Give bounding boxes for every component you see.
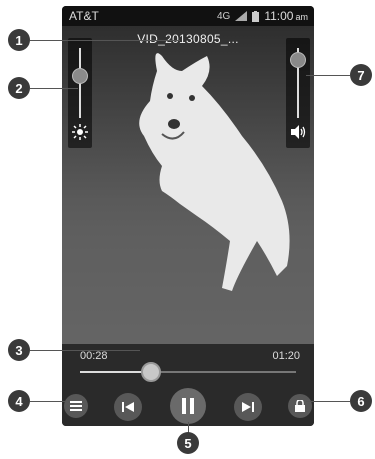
next-button[interactable] [234, 393, 262, 421]
video-image [62, 26, 314, 344]
menu-icon [70, 401, 82, 411]
volume-knob[interactable] [290, 52, 306, 68]
status-bar: AT&T 4G 11:00 am [62, 6, 314, 26]
pause-icon [182, 398, 194, 414]
callout-line-6 [306, 401, 350, 402]
brightness-slider[interactable] [68, 38, 92, 148]
callout-6: 6 [350, 390, 372, 412]
signal-icon [235, 11, 248, 21]
callout-5: 5 [177, 432, 199, 454]
network-type: 4G [217, 10, 231, 22]
volume-slider[interactable] [286, 38, 310, 148]
callout-2: 2 [8, 77, 30, 99]
brightness-knob[interactable] [72, 68, 88, 84]
battery-icon [252, 10, 260, 22]
previous-button[interactable] [114, 393, 142, 421]
callout-3: 3 [8, 339, 30, 361]
seek-knob[interactable] [141, 362, 162, 382]
menu-button[interactable] [64, 394, 88, 418]
playback-controls: 00:28 01:20 [62, 344, 314, 426]
next-icon [242, 402, 254, 412]
speaker-icon [291, 125, 306, 139]
callout-line-2 [30, 88, 78, 89]
seek-bar[interactable] [80, 362, 296, 382]
carrier-label: AT&T [69, 9, 99, 23]
elapsed-time: 00:28 [80, 350, 108, 362]
previous-icon [122, 402, 134, 412]
phone-screen: AT&T 4G 11:00 am VID_20130805_... 00:28 … [62, 6, 314, 426]
sun-icon [72, 124, 88, 140]
pause-button[interactable] [170, 388, 206, 424]
video-filename: VID_20130805_... [137, 32, 239, 46]
callout-line-7 [306, 75, 350, 76]
callout-line-1 [30, 40, 180, 41]
callout-line-3 [30, 350, 140, 351]
clock: 11:00 am [264, 9, 308, 23]
callout-7: 7 [350, 64, 372, 86]
lock-icon [295, 400, 305, 412]
lock-button[interactable] [288, 394, 312, 418]
callout-line-4 [30, 401, 66, 402]
video-frame[interactable]: VID_20130805_... [62, 26, 314, 344]
total-duration: 01:20 [272, 350, 300, 362]
callout-1: 1 [8, 29, 30, 51]
callout-4: 4 [8, 390, 30, 412]
